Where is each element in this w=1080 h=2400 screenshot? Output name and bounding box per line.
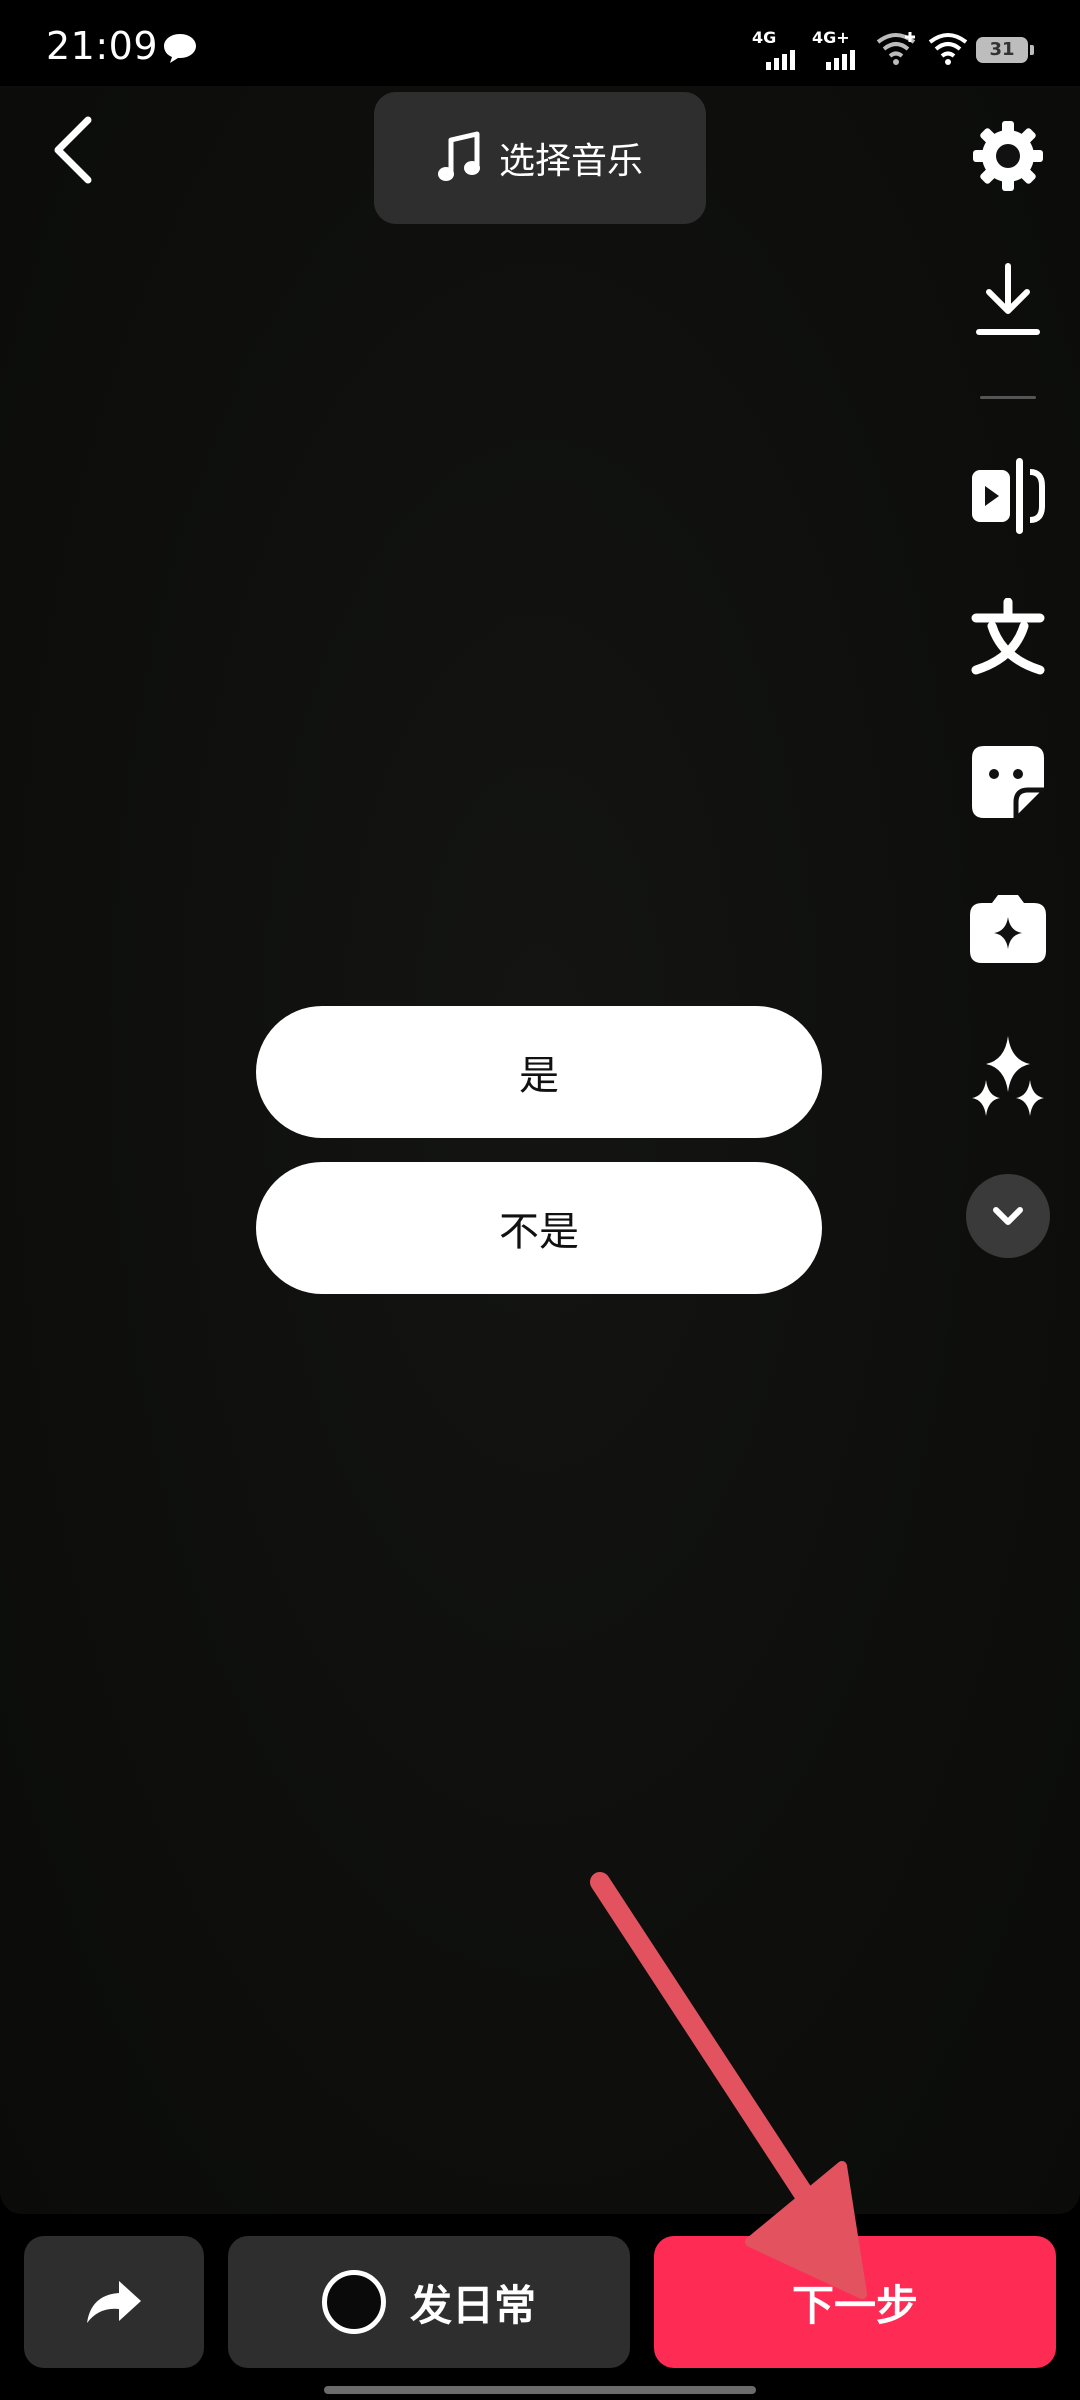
share-icon xyxy=(87,2281,141,2323)
yes-button[interactable]: 是 xyxy=(256,1006,822,1138)
choose-music-label: 选择音乐 xyxy=(498,141,643,182)
sticker-button[interactable] xyxy=(966,740,1050,824)
signal-icon-4g: 4G xyxy=(752,30,804,70)
sticker-icon xyxy=(972,746,1044,818)
next-step-label: 下一步 xyxy=(791,2280,918,2330)
signal-icon-4g-plus: 4G+ xyxy=(812,30,864,70)
wifi-icon-2 xyxy=(928,33,968,65)
video-canvas xyxy=(0,86,1080,2214)
share-button[interactable] xyxy=(24,2236,204,2368)
settings-button[interactable] xyxy=(966,114,1050,198)
battery-level: 31 xyxy=(989,39,1015,60)
choose-music-button[interactable]: 选择音乐 xyxy=(374,92,706,224)
status-bar: 21:09 4G 4G+ 31 xyxy=(0,0,1080,92)
record-circle-icon xyxy=(321,2270,386,2334)
clip-icon xyxy=(972,458,1045,534)
settings-icon xyxy=(973,121,1043,191)
battery-icon: 31 xyxy=(976,37,1034,63)
wifi-icon xyxy=(876,32,916,65)
next-step-button[interactable]: 下一步 xyxy=(654,2236,1056,2368)
toolbar-divider xyxy=(980,396,1036,399)
effects-button[interactable] xyxy=(966,886,1050,970)
post-daily-label: 发日常 xyxy=(409,2280,536,2330)
enhance-button[interactable] xyxy=(966,1034,1050,1118)
home-indicator[interactable] xyxy=(324,2386,756,2394)
signal-label: 4G xyxy=(752,28,777,47)
back-button[interactable] xyxy=(44,112,104,188)
chevron-down-icon xyxy=(993,1207,1023,1225)
clip-button[interactable] xyxy=(966,454,1050,538)
enhance-icon xyxy=(972,1036,1044,1116)
download-icon xyxy=(976,263,1040,335)
text-button[interactable] xyxy=(966,596,1050,680)
effects-icon xyxy=(970,895,1046,963)
music-note-icon xyxy=(437,131,480,181)
text-icon xyxy=(971,598,1045,675)
message-icon xyxy=(164,34,196,63)
post-daily-button[interactable]: 发日常 xyxy=(228,2236,630,2368)
no-button[interactable]: 不是 xyxy=(256,1162,822,1294)
more-tools-button[interactable] xyxy=(966,1174,1050,1258)
signal-label: 4G+ xyxy=(812,28,850,47)
download-button[interactable] xyxy=(966,258,1050,342)
status-time: 21:09 xyxy=(46,24,159,68)
